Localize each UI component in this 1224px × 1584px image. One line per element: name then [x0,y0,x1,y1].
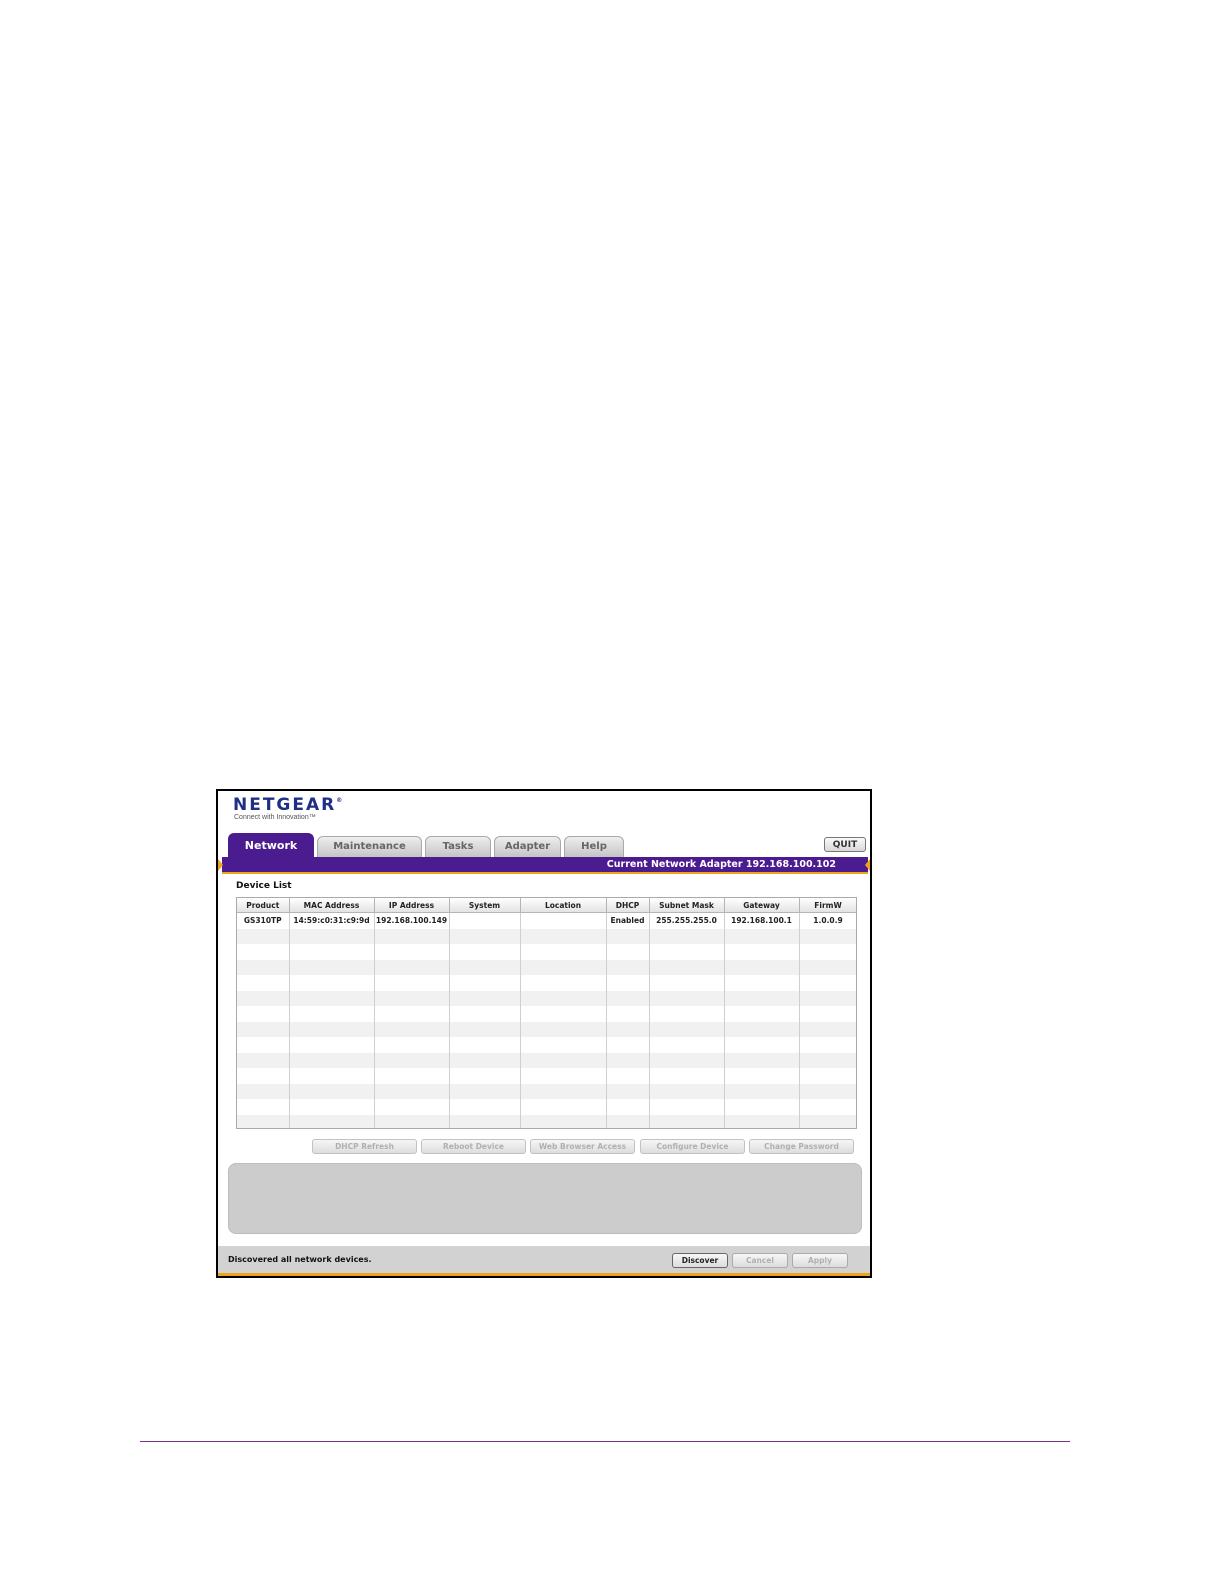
cell-mac-address: 14:59:c0:31:c9:9d [289,912,375,929]
column-header-system[interactable]: System [449,898,521,913]
empty-row [237,944,856,960]
column-header-product[interactable]: Product [237,898,290,913]
column-header-mac-address[interactable]: MAC Address [289,898,375,913]
empty-row [237,1114,856,1128]
reboot-device-button[interactable]: Reboot Device [421,1139,526,1154]
logo-tagline: Connect with Innovation™ [234,814,316,821]
status-message: Discovered all network devices. [228,1255,372,1264]
bar-accent-left [218,859,223,871]
empty-row [237,1021,856,1037]
apply-button[interactable]: Apply [792,1253,848,1268]
empty-row [237,1052,856,1068]
empty-row [237,959,856,975]
table-row[interactable]: GS310TP 14:59:c0:31:c9:9d 192.168.100.14… [237,912,856,929]
change-password-button[interactable]: Change Password [749,1139,854,1154]
column-header-location[interactable]: Location [520,898,607,913]
netgear-logo: NETGEAR® [233,795,343,815]
empty-row [237,975,856,991]
column-header-subnet-mask[interactable]: Subnet Mask [649,898,725,913]
status-bar: Discovered all network devices. Discover… [218,1246,870,1276]
empty-row [237,1068,856,1084]
cell-ip-address: 192.168.100.149 [374,912,450,929]
main-tabs: Network Maintenance Tasks Adapter Help [228,833,868,857]
empty-row [237,1037,856,1053]
cell-gateway: 192.168.100.1 [724,912,800,929]
column-header-ip-address[interactable]: IP Address [374,898,450,913]
tab-tasks[interactable]: Tasks [425,836,491,857]
column-header-firmware[interactable]: FirmW [799,898,856,913]
discover-button[interactable]: Discover [672,1253,728,1268]
empty-row [237,1006,856,1022]
column-header-dhcp[interactable]: DHCP [606,898,650,913]
cell-dhcp: Enabled [606,912,650,929]
empty-row [237,990,856,1006]
cell-system [449,912,521,929]
device-actions: DHCP Refresh Reboot Device Web Browser A… [312,1139,858,1154]
web-browser-access-button[interactable]: Web Browser Access [530,1139,635,1154]
cancel-button[interactable]: Cancel [732,1253,788,1268]
brand-header: NETGEAR® Connect with Innovation™ [218,791,870,833]
adapter-bar: Current Network Adapter 192.168.100.102 [222,857,868,874]
netgear-app-window: NETGEAR® Connect with Innovation™ Networ… [216,789,872,1278]
empty-row [237,1083,856,1099]
tab-maintenance[interactable]: Maintenance [317,836,422,857]
cell-subnet-mask: 255.255.255.0 [649,912,725,929]
tab-help[interactable]: Help [564,836,624,857]
cell-location [520,912,607,929]
column-header-gateway[interactable]: Gateway [724,898,800,913]
empty-row [237,928,856,944]
empty-row [237,1099,856,1115]
cell-product: GS310TP [237,912,290,929]
quit-button[interactable]: QUIT [824,837,866,852]
dhcp-refresh-button[interactable]: DHCP Refresh [312,1139,417,1154]
cell-firmware: 1.0.0.9 [799,912,856,929]
bar-accent-right [865,859,870,871]
device-list-table: Product MAC Address IP Address System Lo… [236,897,857,1129]
configure-device-button[interactable]: Configure Device [640,1139,745,1154]
tab-adapter[interactable]: Adapter [494,836,561,857]
current-adapter-label: Current Network Adapter 192.168.100.102 [606,859,836,870]
device-list-title: Device List [236,881,292,891]
info-panel [228,1163,862,1234]
page-footer-rule [140,1441,1070,1442]
tab-network[interactable]: Network [228,833,314,857]
table-header-row: Product MAC Address IP Address System Lo… [237,898,856,913]
